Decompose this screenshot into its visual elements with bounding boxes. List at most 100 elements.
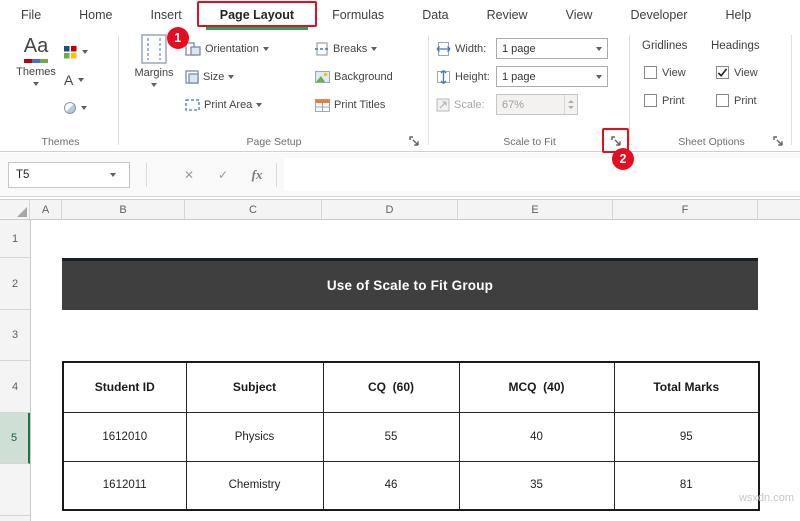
cell-mcq[interactable]: 40 — [459, 412, 614, 461]
gridlines-view-checkbox[interactable] — [644, 66, 657, 79]
marks-table: Student ID Subject CQ (60) MCQ (40) Tota… — [62, 361, 760, 511]
print-area-button[interactable]: Print Area — [185, 94, 262, 116]
cell-cq[interactable]: 46 — [323, 461, 459, 510]
page-setup-group-label: Page Setup — [121, 136, 427, 148]
cell-subject[interactable]: Chemistry — [186, 461, 323, 510]
tab-view[interactable]: View — [547, 0, 612, 30]
cell-total[interactable]: 95 — [614, 412, 759, 461]
themes-icon: Aa — [24, 34, 48, 63]
column-header-e[interactable]: E — [458, 200, 613, 219]
page-setup-dialog-launcher[interactable] — [406, 133, 421, 148]
row-header-5-selected[interactable]: 5 — [0, 413, 30, 464]
gridlines-view-option: View — [644, 66, 686, 79]
tab-review[interactable]: Review — [468, 0, 547, 30]
column-header-filler — [758, 200, 800, 219]
column-header-f[interactable]: F — [613, 200, 758, 219]
cell-total[interactable]: 81 — [614, 461, 759, 510]
cell-student-id[interactable]: 1612011 — [63, 461, 186, 510]
cell-subject[interactable]: Physics — [186, 412, 323, 461]
theme-effects-button[interactable] — [64, 96, 87, 120]
header-subject[interactable]: Subject — [186, 362, 323, 412]
height-select[interactable]: 1 page — [496, 66, 608, 87]
formula-input[interactable] — [284, 158, 800, 191]
sheet-options-group: Gridlines Headings View View Print Print… — [632, 30, 791, 151]
tab-help[interactable]: Help — [706, 0, 770, 30]
row-header-3[interactable]: 3 — [0, 310, 30, 361]
insert-function-button[interactable]: fx — [246, 164, 268, 186]
tab-page-layout[interactable]: Page Layout 1 — [201, 0, 313, 30]
height-row: Height: — [436, 66, 497, 88]
group-separator — [791, 35, 792, 145]
scale-row: Scale: — [436, 94, 496, 116]
scale-label: Scale: — [454, 99, 496, 111]
enter-button[interactable]: ✓ — [212, 164, 234, 186]
background-button[interactable]: Background — [315, 66, 393, 88]
row-header-filler — [0, 516, 30, 521]
headings-print-checkbox[interactable] — [716, 94, 729, 107]
column-header-b[interactable]: B — [62, 200, 185, 219]
checkmark-icon — [717, 67, 728, 78]
column-header-c[interactable]: C — [185, 200, 322, 219]
column-header-a[interactable]: A — [30, 200, 62, 219]
gridlines-print-checkbox[interactable] — [644, 94, 657, 107]
select-all-button[interactable] — [0, 200, 30, 219]
scale-input[interactable]: 67% — [496, 94, 578, 115]
worksheet-grid[interactable]: Use of Scale to Fit Group Student ID Sub… — [32, 220, 800, 521]
chevron-down-icon — [256, 103, 262, 107]
cell-student-id[interactable]: 1612010 — [63, 412, 186, 461]
sheet-options-group-label: Sheet Options — [632, 136, 791, 148]
chevron-down-icon — [33, 82, 39, 86]
row-header-1[interactable]: 1 — [0, 220, 30, 258]
themes-button-label: Themes — [16, 66, 56, 78]
print-titles-button[interactable]: Print Titles — [315, 94, 385, 116]
group-separator — [629, 35, 630, 145]
scale-icon — [436, 98, 450, 112]
scale-spinner[interactable] — [564, 95, 577, 114]
effects-icon — [64, 102, 76, 114]
excel-window: File Home Insert Page Layout 1 Formulas … — [0, 0, 800, 521]
row-headers: 1 2 3 4 5 — [0, 220, 31, 521]
theme-fonts-button[interactable]: A — [64, 68, 84, 92]
name-box[interactable] — [8, 162, 130, 188]
breaks-button[interactable]: Breaks — [315, 38, 377, 60]
header-cq[interactable]: CQ (60) — [323, 362, 459, 412]
table-row: 1612011 Chemistry 46 35 81 — [63, 461, 759, 510]
group-separator — [118, 35, 119, 145]
tab-developer[interactable]: Developer — [611, 0, 706, 30]
header-total-marks[interactable]: Total Marks — [614, 362, 759, 412]
tab-formulas[interactable]: Formulas — [313, 0, 403, 30]
row-header-4[interactable]: 4 — [0, 361, 30, 413]
print-titles-icon — [315, 99, 330, 112]
column-header-d[interactable]: D — [322, 200, 458, 219]
size-button[interactable]: Size — [185, 66, 234, 88]
chevron-down-icon — [596, 75, 602, 79]
tab-file[interactable]: File — [2, 0, 60, 30]
cancel-button[interactable]: ✕ — [178, 164, 200, 186]
height-icon — [436, 70, 451, 84]
cell-mcq[interactable]: 35 — [459, 461, 614, 510]
banner-title[interactable]: Use of Scale to Fit Group — [62, 258, 758, 310]
header-mcq[interactable]: MCQ (40) — [459, 362, 614, 412]
tab-data[interactable]: Data — [403, 0, 467, 30]
row-header-6[interactable] — [0, 464, 30, 516]
tab-home[interactable]: Home — [60, 0, 131, 30]
name-box-input[interactable] — [9, 169, 103, 181]
orientation-button[interactable]: Orientation — [185, 38, 269, 60]
header-student-id[interactable]: Student ID — [63, 362, 186, 412]
tab-insert[interactable]: Insert — [132, 0, 201, 30]
themes-button[interactable]: Aa Themes — [10, 34, 62, 128]
width-label: Width: — [455, 43, 497, 55]
formula-bar-divider — [146, 163, 147, 187]
width-select[interactable]: 1 page — [496, 38, 608, 59]
cell-cq[interactable]: 55 — [323, 412, 459, 461]
headings-view-option: View — [716, 66, 758, 79]
ribbon: Aa Themes A Themes — [0, 30, 800, 152]
sheet-options-dialog-launcher[interactable] — [770, 133, 785, 148]
gridlines-header: Gridlines — [642, 40, 687, 52]
row-header-2[interactable]: 2 — [0, 258, 30, 310]
scale-to-fit-dialog-launcher[interactable] — [608, 133, 623, 148]
background-icon — [315, 71, 330, 83]
headings-view-checkbox[interactable] — [716, 66, 729, 79]
scale-to-fit-group: Width: 1 page Height: 1 page Scale: 67% — [430, 30, 629, 151]
theme-colors-button[interactable] — [64, 40, 88, 64]
